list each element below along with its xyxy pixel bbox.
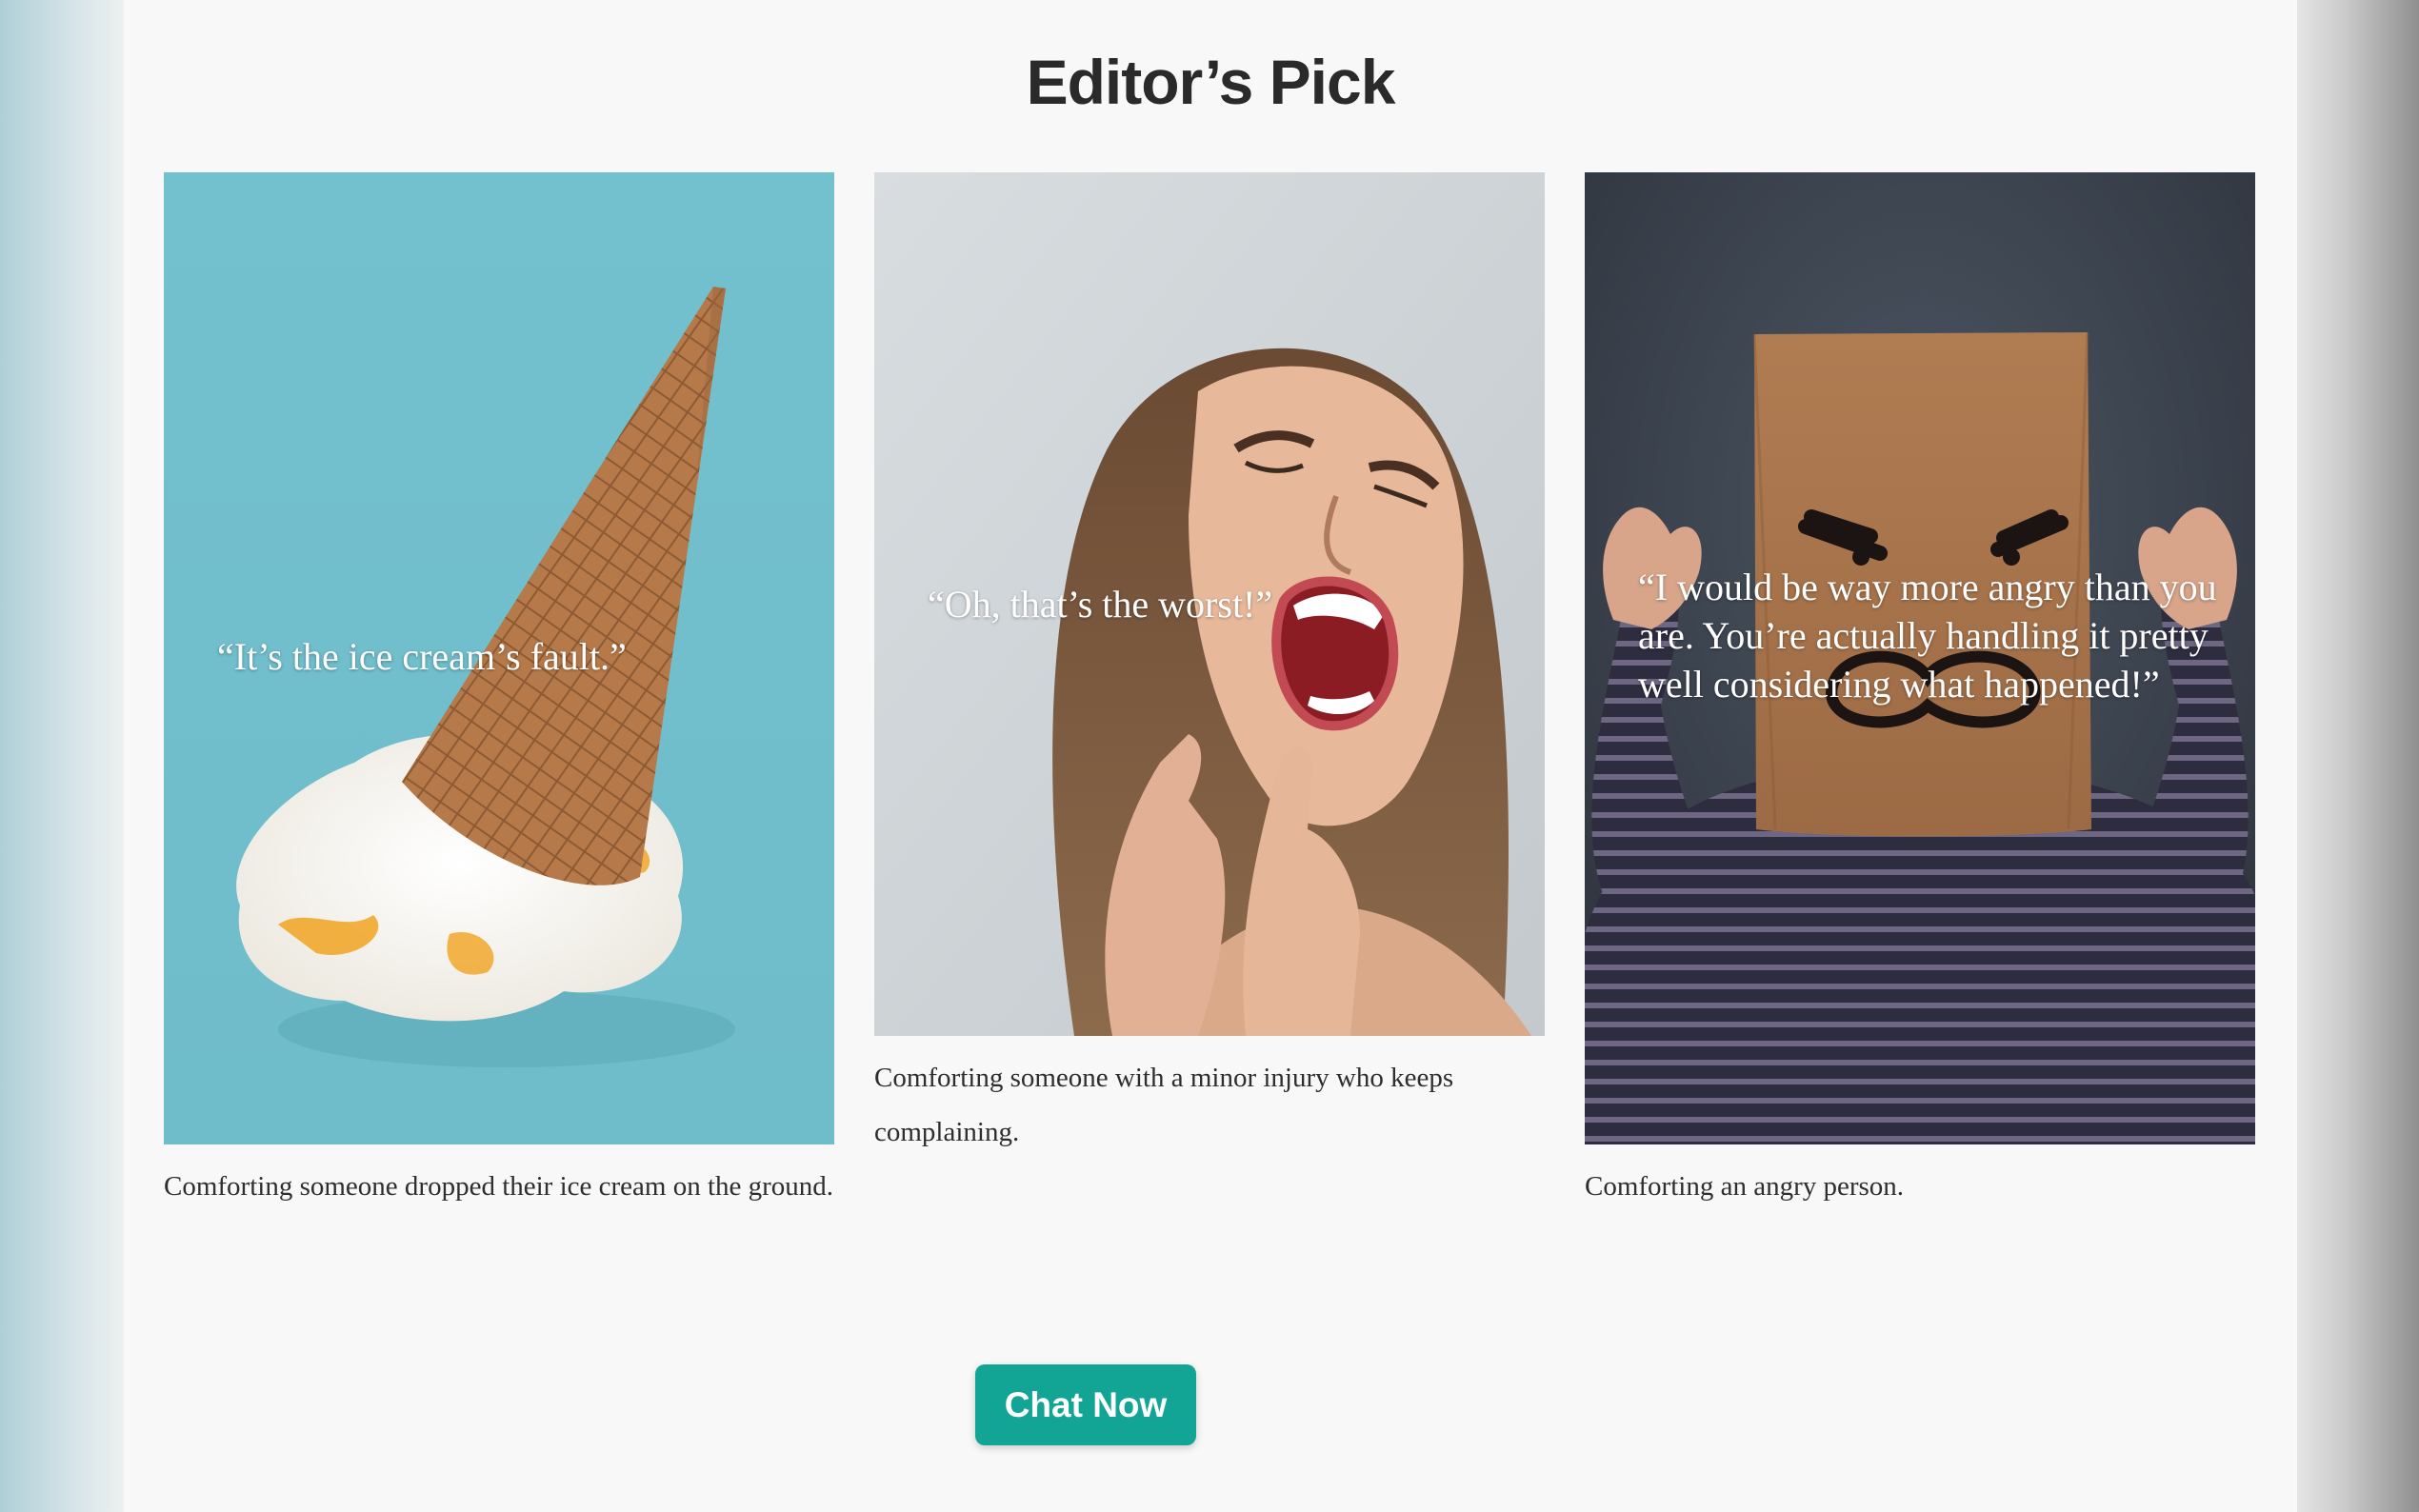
chat-now-button[interactable]: Chat Now [975, 1364, 1196, 1445]
section-title: Editor’s Pick [1026, 47, 1396, 117]
card-image[interactable]: “I would be way more angry than you are.… [1585, 172, 2255, 1144]
card-quote: “Oh, that’s the worst!” [928, 583, 1273, 626]
card-image[interactable]: “Oh, that’s the worst!” [874, 172, 1545, 1036]
card-quote: “I would be way more angry than you are.… [1638, 566, 2217, 706]
card-image[interactable]: “It’s the ice cream’s fault.” [164, 172, 834, 1144]
card-angry-person[interactable]: “I would be way more angry than you are.… [1585, 172, 2255, 1214]
editors-pick-section: Editor’s Pick “It’s the ice cream’s faul… [124, 0, 2297, 1512]
card-caption: Comforting an angry person. [1585, 1171, 1905, 1202]
card-ice-cream[interactable]: “It’s the ice cream’s fault.” Comforting… [164, 172, 834, 1214]
card-minor-injury[interactable]: “Oh, that’s the worst!” Comforting someo… [874, 172, 1545, 1160]
card-quote: “It’s the ice cream’s fault.” [217, 635, 627, 678]
card-caption: Comforting someone with a minor injury w… [874, 1063, 1454, 1147]
card-caption: Comforting someone dropped their ice cre… [164, 1171, 834, 1202]
